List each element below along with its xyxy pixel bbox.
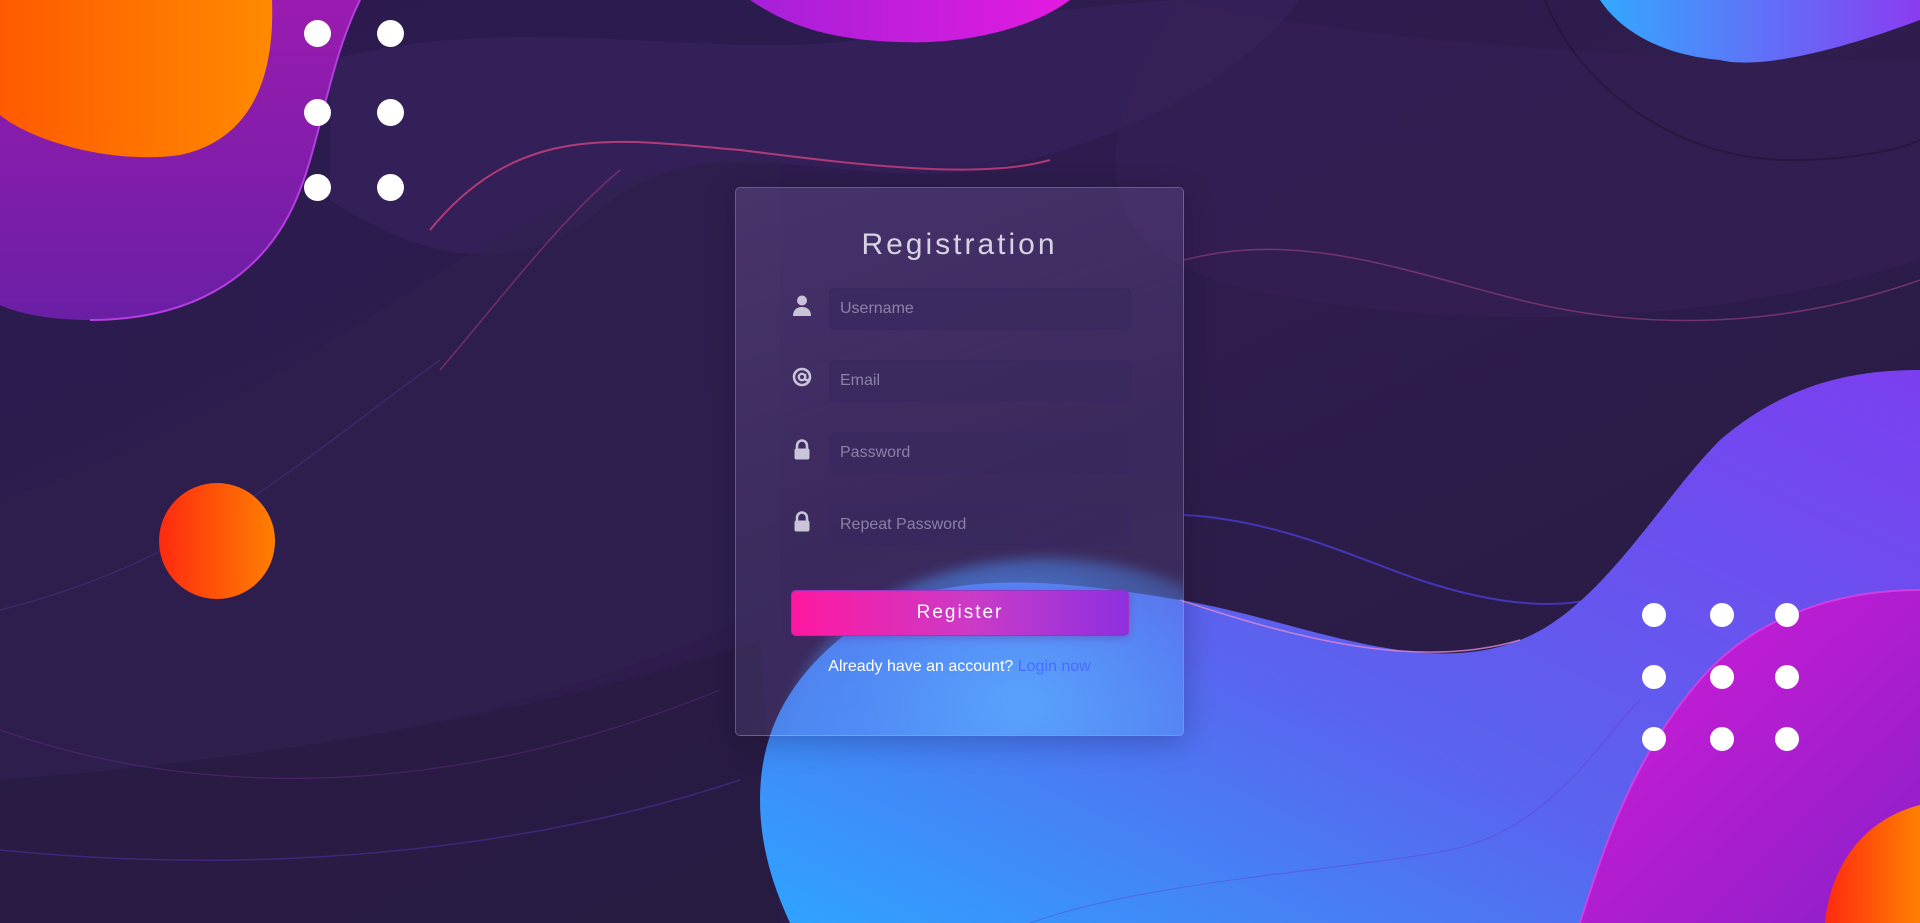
repeat-password-input[interactable] xyxy=(829,504,1132,546)
dot xyxy=(1642,727,1666,751)
dot xyxy=(1775,727,1799,751)
email-input[interactable] xyxy=(829,360,1132,402)
lock-icon xyxy=(791,438,813,462)
dot xyxy=(377,99,404,126)
dot xyxy=(1710,727,1734,751)
repeat-password-row xyxy=(791,504,1132,546)
dot xyxy=(1642,665,1666,689)
dot xyxy=(304,20,331,47)
dot xyxy=(304,99,331,126)
login-now-link[interactable]: Login now xyxy=(1018,658,1091,675)
password-row xyxy=(791,432,1132,474)
dot xyxy=(304,174,331,201)
user-icon xyxy=(791,294,813,318)
login-prompt: Already have an account? Login now xyxy=(736,658,1183,676)
email-row xyxy=(791,360,1132,402)
register-button[interactable]: Register xyxy=(791,590,1129,636)
at-sign-icon xyxy=(791,366,813,390)
dot xyxy=(1642,603,1666,627)
dot xyxy=(1710,665,1734,689)
password-input[interactable] xyxy=(829,432,1132,474)
form-title: Registration xyxy=(861,228,1058,261)
card-glow xyxy=(786,558,1183,735)
dot xyxy=(1710,603,1734,627)
dot xyxy=(1775,665,1799,689)
dot xyxy=(377,174,404,201)
dot xyxy=(1775,603,1799,627)
username-row xyxy=(791,288,1132,330)
lock-icon xyxy=(791,510,813,534)
dot xyxy=(377,20,404,47)
registration-card: Registration Username Email Register Alr… xyxy=(735,187,1184,736)
account-prompt-text: Already have an account? xyxy=(828,658,1014,675)
username-input[interactable] xyxy=(829,288,1132,330)
